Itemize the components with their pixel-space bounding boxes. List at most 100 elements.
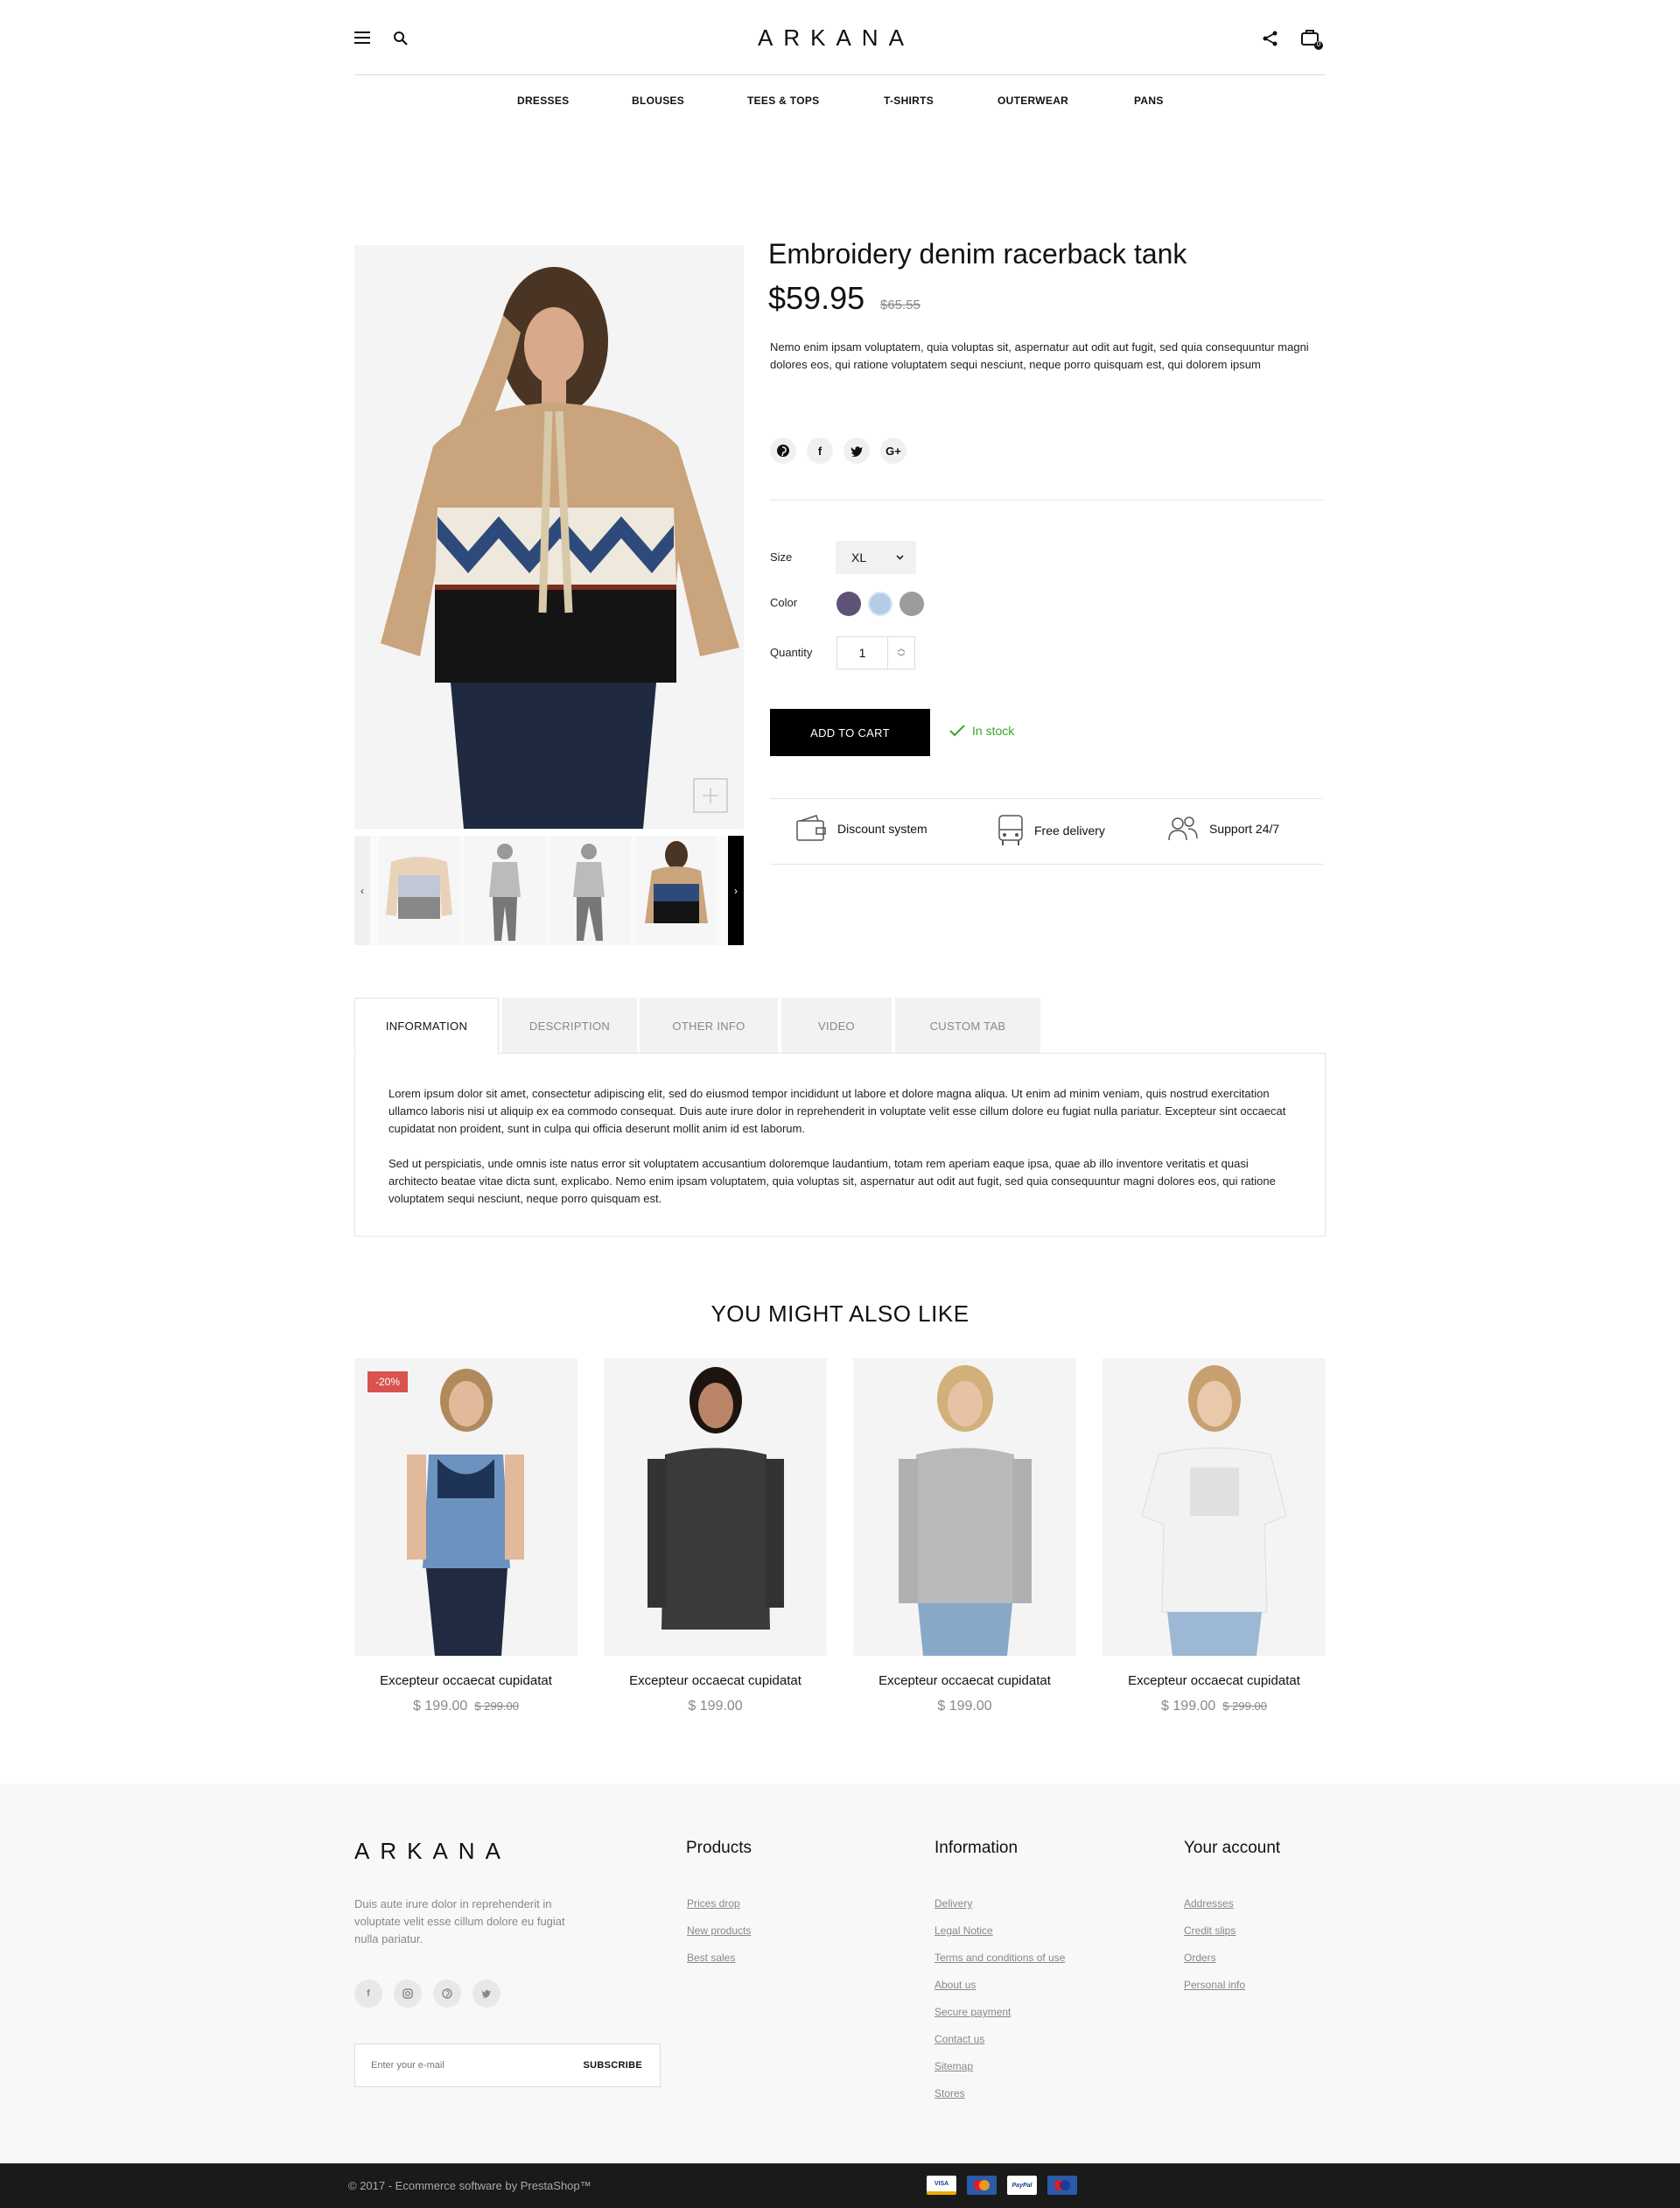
tab-video[interactable]: VIDEO — [781, 998, 892, 1054]
tab-paragraph: Lorem ipsum dolor sit amet, consectetur … — [388, 1087, 1286, 1135]
product-card-image[interactable] — [604, 1358, 827, 1656]
tab-other-info[interactable]: OTHER INFO — [640, 998, 778, 1054]
size-label: Size — [770, 550, 793, 564]
main-nav: DRESSES BLOUSES TEES & TOPS T-SHIRTS OUT… — [0, 95, 1680, 109]
product-card-image[interactable] — [853, 1358, 1076, 1656]
chevron-up-icon[interactable]: ︿ — [897, 644, 905, 653]
cart-count: 0 — [1316, 40, 1321, 48]
chevron-down-icon[interactable]: ﹀ — [897, 653, 905, 662]
tab-description[interactable]: DESCRIPTION — [502, 998, 637, 1054]
thumbnail[interactable] — [465, 836, 545, 945]
thumb-prev-button[interactable]: ‹ — [354, 836, 370, 945]
footer-link[interactable]: Contact us — [934, 2033, 1065, 2045]
payment-methods: VISA PayPal — [927, 2176, 1077, 2195]
footer-link[interactable]: Sitemap — [934, 2060, 1065, 2072]
users-icon — [1167, 816, 1199, 842]
product-description: Nemo enim ipsam voluptatem, quia volupta… — [770, 340, 1309, 371]
feature-label: Free delivery — [1034, 824, 1105, 838]
mastercard-icon — [967, 2176, 997, 2195]
color-swatches — [836, 592, 924, 616]
quantity-stepper[interactable]: 1 ︿ ﹀ — [836, 636, 915, 669]
product-card-name[interactable]: Excepteur occaecat cupidatat — [853, 1673, 1076, 1688]
thumbnail[interactable] — [636, 836, 717, 945]
product-card[interactable]: Excepteur occaecat cupidatat $ 199.00 — [604, 1358, 827, 1714]
footer-link[interactable]: Legal Notice — [934, 1924, 1065, 1937]
nav-dresses[interactable]: DRESSES — [517, 95, 569, 107]
discount-badge: -20% — [368, 1371, 409, 1392]
pinterest-icon[interactable] — [433, 1980, 461, 2008]
share-buttons: f G+ — [770, 438, 906, 464]
twitter-icon[interactable] — [472, 1980, 500, 2008]
product-card-price: $ 199.00 — [937, 1699, 992, 1714]
menu-icon[interactable] — [354, 30, 372, 46]
product-card-image[interactable]: -20% — [354, 1358, 578, 1656]
footer-link[interactable]: Secure payment — [934, 2006, 1065, 2018]
product-card-name[interactable]: Excepteur occaecat cupidatat — [604, 1673, 827, 1688]
footer-link[interactable]: Stores — [934, 2087, 1065, 2099]
product-card-name[interactable]: Excepteur occaecat cupidatat — [1102, 1673, 1326, 1688]
product-price: $59.95 — [768, 280, 865, 316]
stock-status-text: In stock — [972, 724, 1015, 738]
nav-t-shirts[interactable]: T-SHIRTS — [884, 95, 934, 107]
footer-link[interactable]: New products — [687, 1924, 751, 1937]
facebook-icon[interactable]: f — [354, 1980, 382, 2008]
quantity-value[interactable]: 1 — [837, 637, 888, 669]
bus-icon — [998, 814, 1024, 847]
color-swatch-light-blue[interactable] — [868, 592, 892, 616]
footer-link[interactable]: Delivery — [934, 1897, 1065, 1910]
nav-pans[interactable]: PANS — [1134, 95, 1164, 107]
newsletter-email-input[interactable] — [371, 2060, 546, 2071]
product-card[interactable]: Excepteur occaecat cupidatat $ 199.00 $ 2… — [1102, 1358, 1326, 1714]
footer-link[interactable]: Credit slips — [1184, 1924, 1245, 1937]
footer-link[interactable]: Terms and conditions of use — [934, 1952, 1065, 1964]
subscribe-button[interactable]: SUBSCRIBE — [584, 2060, 643, 2071]
footer-link[interactable]: Orders — [1184, 1952, 1245, 1964]
color-swatch-gray[interactable] — [900, 592, 924, 616]
product-card-name[interactable]: Excepteur occaecat cupidatat — [354, 1673, 578, 1688]
thumb-next-button[interactable]: › — [728, 836, 744, 945]
features-top-divider — [770, 798, 1323, 799]
footer-link[interactable]: Personal info — [1184, 1979, 1245, 1991]
instagram-icon[interactable] — [394, 1980, 422, 2008]
nav-outerwear[interactable]: OUTERWEAR — [998, 95, 1068, 107]
product-card-price: $ 199.00 — [1161, 1699, 1216, 1714]
product-card-image[interactable] — [1102, 1358, 1326, 1656]
share-icon[interactable] — [1262, 30, 1279, 47]
facebook-icon[interactable]: f — [807, 438, 833, 464]
footer-account-links: Addresses Credit slips Orders Personal i… — [1184, 1897, 1245, 2006]
footer-link[interactable]: About us — [934, 1979, 1065, 1991]
thumbnail[interactable] — [379, 836, 459, 945]
visa-icon: VISA — [927, 2176, 956, 2195]
color-swatch-purple[interactable] — [836, 592, 861, 616]
tab-custom[interactable]: CUSTOM TAB — [895, 998, 1040, 1054]
newsletter-form: SUBSCRIBE — [354, 2043, 661, 2087]
nav-tees-tops[interactable]: TEES & TOPS — [747, 95, 819, 107]
footer-information-title: Information — [934, 1839, 1018, 1857]
wallet-icon — [795, 814, 827, 844]
search-icon[interactable] — [393, 31, 409, 46]
logo[interactable]: ARKANA — [758, 25, 914, 52]
footer-link[interactable]: Best sales — [687, 1952, 751, 1964]
footer-link[interactable]: Addresses — [1184, 1897, 1245, 1910]
tab-information[interactable]: INFORMATION — [354, 998, 499, 1055]
features-bottom-divider — [770, 864, 1323, 865]
cart-icon[interactable]: 0 — [1300, 28, 1325, 51]
thumbnail[interactable] — [550, 836, 631, 945]
product-card[interactable]: Excepteur occaecat cupidatat $ 199.00 — [853, 1358, 1076, 1714]
add-to-cart-button[interactable]: ADD TO CART — [770, 709, 930, 756]
bottom-bar — [0, 2163, 1680, 2208]
footer-logo[interactable]: ARKANA — [354, 1838, 511, 1865]
product-card[interactable]: -20% Excepteur occaecat cupidatat $ 199.… — [354, 1358, 578, 1714]
nav-blouses[interactable]: BLOUSES — [632, 95, 684, 107]
twitter-icon[interactable] — [844, 438, 870, 464]
size-select[interactable]: XL — [836, 541, 916, 574]
pinterest-icon[interactable] — [770, 438, 796, 464]
footer-link[interactable]: Prices drop — [687, 1897, 751, 1910]
product-card-old-price: $ 299.00 — [1222, 1700, 1267, 1713]
paypal-icon: PayPal — [1007, 2176, 1037, 2195]
feature-delivery: Free delivery — [998, 814, 1105, 847]
google-plus-icon[interactable]: G+ — [880, 438, 906, 464]
product-main-image[interactable] — [354, 245, 744, 829]
feature-discount: Discount system — [795, 814, 928, 844]
footer-description: Duis aute irure dolor in reprehenderit i… — [354, 1897, 565, 1945]
